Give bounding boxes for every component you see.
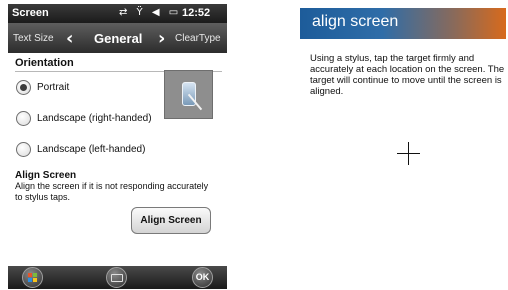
tab-general: General <box>94 31 143 46</box>
crosshair-vertical <box>408 142 409 165</box>
softkey-bar: OK <box>8 266 227 289</box>
chevron-left-icon[interactable]: ‹ <box>66 28 73 49</box>
windows-logo-icon <box>28 273 38 283</box>
radio-label-landscape-left[interactable]: Landscape (left-handed) <box>37 144 145 155</box>
calibration-title: align screen <box>312 13 399 30</box>
radio-label-portrait[interactable]: Portrait <box>37 82 69 93</box>
align-screen-button[interactable]: Align Screen <box>131 207 211 234</box>
radio-landscape-right[interactable] <box>16 111 31 126</box>
orientation-preview-image <box>164 70 213 119</box>
status-time[interactable]: 12:52 <box>182 7 210 19</box>
status-bar: Screen ⇄ Ÿ ◀ ▭ 12:52 <box>8 4 227 23</box>
screen-settings-window: Screen ⇄ Ÿ ◀ ▭ 12:52 Text Size ‹ General… <box>8 4 227 289</box>
align-screen-description: Align the screen if it is not responding… <box>15 181 209 202</box>
status-title: Screen <box>12 7 49 19</box>
ok-button[interactable]: OK <box>192 267 213 288</box>
status-icons[interactable]: ⇄ Ÿ ◀ ▭ <box>119 7 181 18</box>
orientation-heading: Orientation <box>15 57 74 69</box>
start-button[interactable] <box>22 267 43 288</box>
radio-label-landscape-right[interactable]: Landscape (right-handed) <box>37 113 152 124</box>
calibration-header: align screen <box>300 8 506 39</box>
tab-cleartype[interactable]: ClearType <box>175 33 221 44</box>
keyboard-button[interactable] <box>106 267 127 288</box>
radio-selected-dot <box>20 84 27 91</box>
tab-bar: Text Size ‹ General › ClearType <box>8 23 227 53</box>
calibration-instructions: Using a stylus, tap the target firmly an… <box>310 53 505 97</box>
align-screen-heading: Align Screen <box>15 170 77 181</box>
tab-text-size[interactable]: Text Size <box>13 33 54 44</box>
keyboard-icon <box>111 274 123 282</box>
radio-portrait[interactable] <box>16 80 31 95</box>
chevron-right-icon[interactable]: › <box>158 28 165 49</box>
radio-landscape-left[interactable] <box>16 142 31 157</box>
calibration-target-icon[interactable] <box>397 142 420 165</box>
